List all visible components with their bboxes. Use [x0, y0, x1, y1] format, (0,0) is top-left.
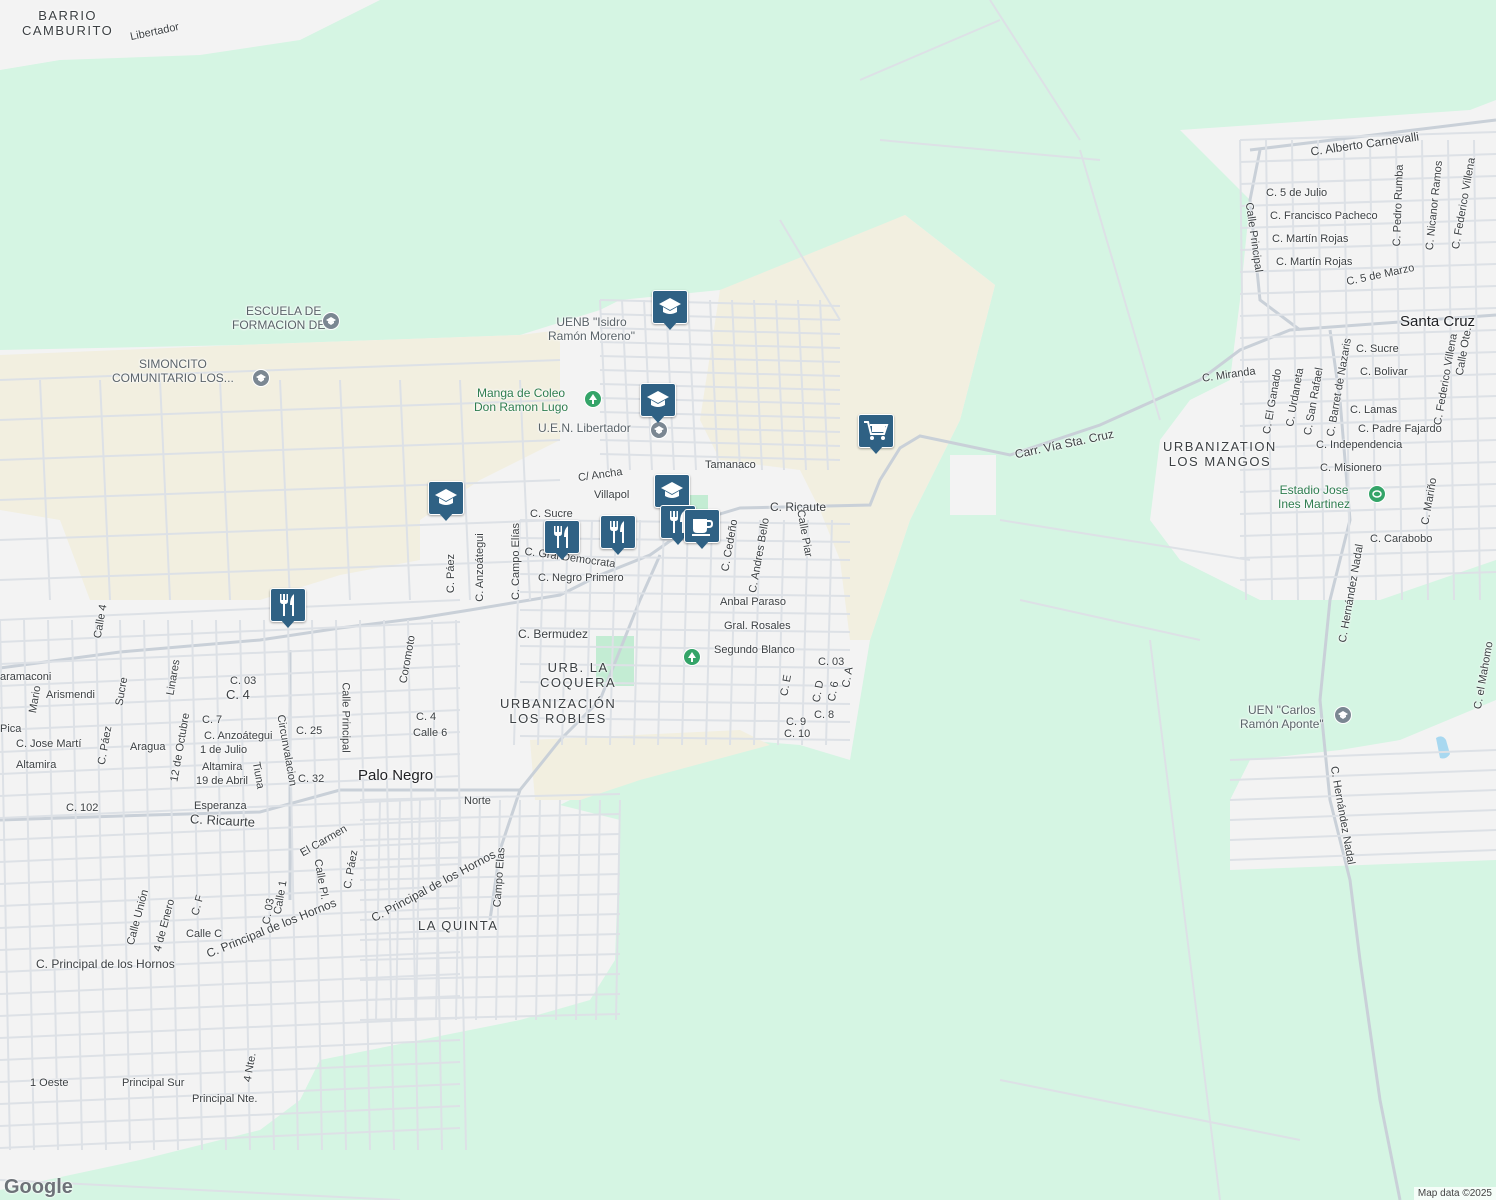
area-label-urb-la-coquera: URB. LA COQUERA — [540, 660, 617, 690]
street-label: C. Carabobo — [1370, 533, 1433, 545]
school-marker-uenb[interactable] — [652, 290, 688, 330]
street-line — [999, 1079, 1301, 1141]
fork-knife-icon — [280, 594, 294, 616]
street-label: 1 Oeste — [30, 1077, 69, 1089]
street-label: 19 de Abril — [196, 775, 248, 787]
school-marker-libertador[interactable] — [640, 383, 676, 423]
street-label: C. 102 — [66, 802, 99, 814]
street-label: Segundo Blanco — [714, 644, 795, 656]
graduation-cap-icon — [435, 489, 457, 505]
graduation-cap-icon — [647, 391, 669, 407]
street-label: C. 4 — [226, 687, 250, 702]
restaurant-marker-2[interactable] — [600, 515, 636, 555]
street-label: C. 10 — [784, 728, 811, 740]
street-label: C. Bermudez — [518, 627, 589, 641]
school-icon[interactable] — [252, 369, 270, 387]
stadium-icon[interactable] — [1368, 485, 1386, 503]
coffee-cup-icon — [692, 519, 714, 536]
street-label: C. Jose Martí — [16, 738, 82, 750]
poi-label-uen-carlos[interactable]: UEN "Carlos Ramón Aponte" — [1240, 703, 1324, 732]
poi-label-simoncito[interactable]: SIMONCITO COMUNITARIO LOS... — [112, 357, 234, 386]
street-label: Esperanza — [194, 800, 247, 812]
street-label: Calle C — [186, 928, 223, 940]
shopping-cart-icon — [864, 421, 889, 440]
street-line — [879, 139, 1101, 161]
restaurant-marker-1[interactable] — [544, 520, 580, 560]
street-label: aramaconi — [0, 671, 52, 683]
street-label: C. 5 de Julio — [1266, 187, 1328, 199]
street-label: C. 03 — [818, 656, 845, 668]
street-label: Pica — [0, 723, 22, 735]
street-label: C. Lamas — [1350, 404, 1398, 416]
street-label: Calle 6 — [413, 727, 448, 739]
street-line — [859, 19, 1001, 81]
street-label: C. 8 — [814, 709, 835, 721]
street-label: Principal Nte. — [192, 1093, 258, 1105]
google-logo: Google — [4, 1176, 73, 1198]
street-label: C. Independencia — [1316, 439, 1403, 451]
street-line — [989, 0, 1081, 141]
shopping-marker[interactable] — [858, 414, 894, 454]
street-line — [1079, 149, 1161, 421]
street-label: Altamira — [202, 761, 243, 773]
poi-label-uen-libertador[interactable]: U.E.N. Libertador — [538, 421, 631, 436]
map-attribution[interactable]: Map data ©2025 — [1413, 1187, 1496, 1200]
graduation-cap-icon — [659, 298, 681, 314]
park-icon[interactable] — [683, 648, 701, 666]
school-icon[interactable] — [322, 312, 340, 330]
fork-knife-icon — [610, 521, 624, 543]
street-label: C. Anzoátegui — [204, 730, 273, 742]
poi-label-escuela[interactable]: ESCUELA DE FORMACION DE... — [232, 304, 335, 333]
street-label: Tamanaco — [705, 459, 756, 471]
street-label: Aragua — [130, 741, 166, 753]
street-label: C. Sucre — [530, 508, 573, 520]
street-label: C. 32 — [298, 773, 325, 785]
fork-knife-icon — [554, 526, 568, 548]
street-label: Principal Sur — [122, 1077, 185, 1089]
street-label: C. 7 — [202, 714, 223, 726]
school-marker-west[interactable] — [428, 481, 464, 521]
restaurant-marker-4[interactable] — [270, 588, 306, 628]
map-canvas[interactable]: BARRIO CAMBURITO URB. LA COQUERA URBANIZ… — [0, 0, 1496, 1200]
street-label: Anbal Paraso — [720, 596, 787, 608]
street-label: C. Ricaurte — [189, 811, 256, 830]
street-label: Calle Principal — [339, 682, 352, 753]
street-label: C. Páez — [445, 553, 458, 594]
street-label: C. Principal de los Hornos — [36, 957, 175, 971]
street-label: C. Negro Primero — [538, 572, 624, 584]
street-label: Gral. Rosales — [724, 620, 791, 632]
area-label-urb-los-mangos: URBANIZATION LOS MANGOS — [1163, 439, 1277, 469]
street-line — [1019, 599, 1201, 641]
street-label: C. Martín Rojas — [1276, 256, 1353, 268]
street-label: C. 03 — [230, 675, 257, 687]
street-label: C. Campo Elías — [510, 522, 523, 601]
street-label: 1 de Julio — [200, 744, 248, 756]
street-label: C. Padre Fajardo — [1358, 423, 1442, 435]
street-label: C. 9 — [786, 716, 807, 728]
street-label: C. Sucre — [1356, 343, 1399, 355]
poi-label-uenb[interactable]: UENB "Isidro Ramón Moreno" — [548, 315, 635, 344]
cafe-marker[interactable] — [684, 509, 720, 549]
city-label-palo-negro: Palo Negro — [358, 767, 434, 784]
poi-label-manga-de-coleo[interactable]: Manga de Coleo Don Ramon Lugo — [474, 386, 568, 415]
area-label-la-quinta: LA QUINTA — [418, 918, 499, 933]
street-label: Norte — [464, 795, 491, 807]
street-label: C. 4 — [416, 711, 437, 723]
area-label-barrio-camburito: BARRIO CAMBURITO — [22, 8, 114, 38]
street-label: C. Bolivar — [1360, 366, 1408, 378]
street-label: Arismendi — [46, 689, 95, 701]
school-icon[interactable] — [650, 421, 668, 439]
street-label: C. Francisco Pacheco — [1270, 210, 1378, 222]
graduation-cap-icon — [661, 482, 683, 498]
street-label: C. Anzoátegui — [473, 533, 486, 602]
poi-label-estadio[interactable]: Estadio Jose Ines Martinez — [1278, 483, 1350, 512]
street-label: C. 25 — [296, 725, 323, 737]
street-label: C. Misionero — [1320, 462, 1382, 474]
school-icon[interactable] — [1334, 706, 1352, 724]
street-label: C. Martín Rojas — [1272, 233, 1349, 245]
street-label: Altamira — [16, 759, 57, 771]
park-icon[interactable] — [584, 390, 602, 408]
street-label: Villapol — [594, 489, 630, 501]
area-label-urb-los-robles: URBANIZACIÓN LOS ROBLES — [500, 696, 617, 726]
